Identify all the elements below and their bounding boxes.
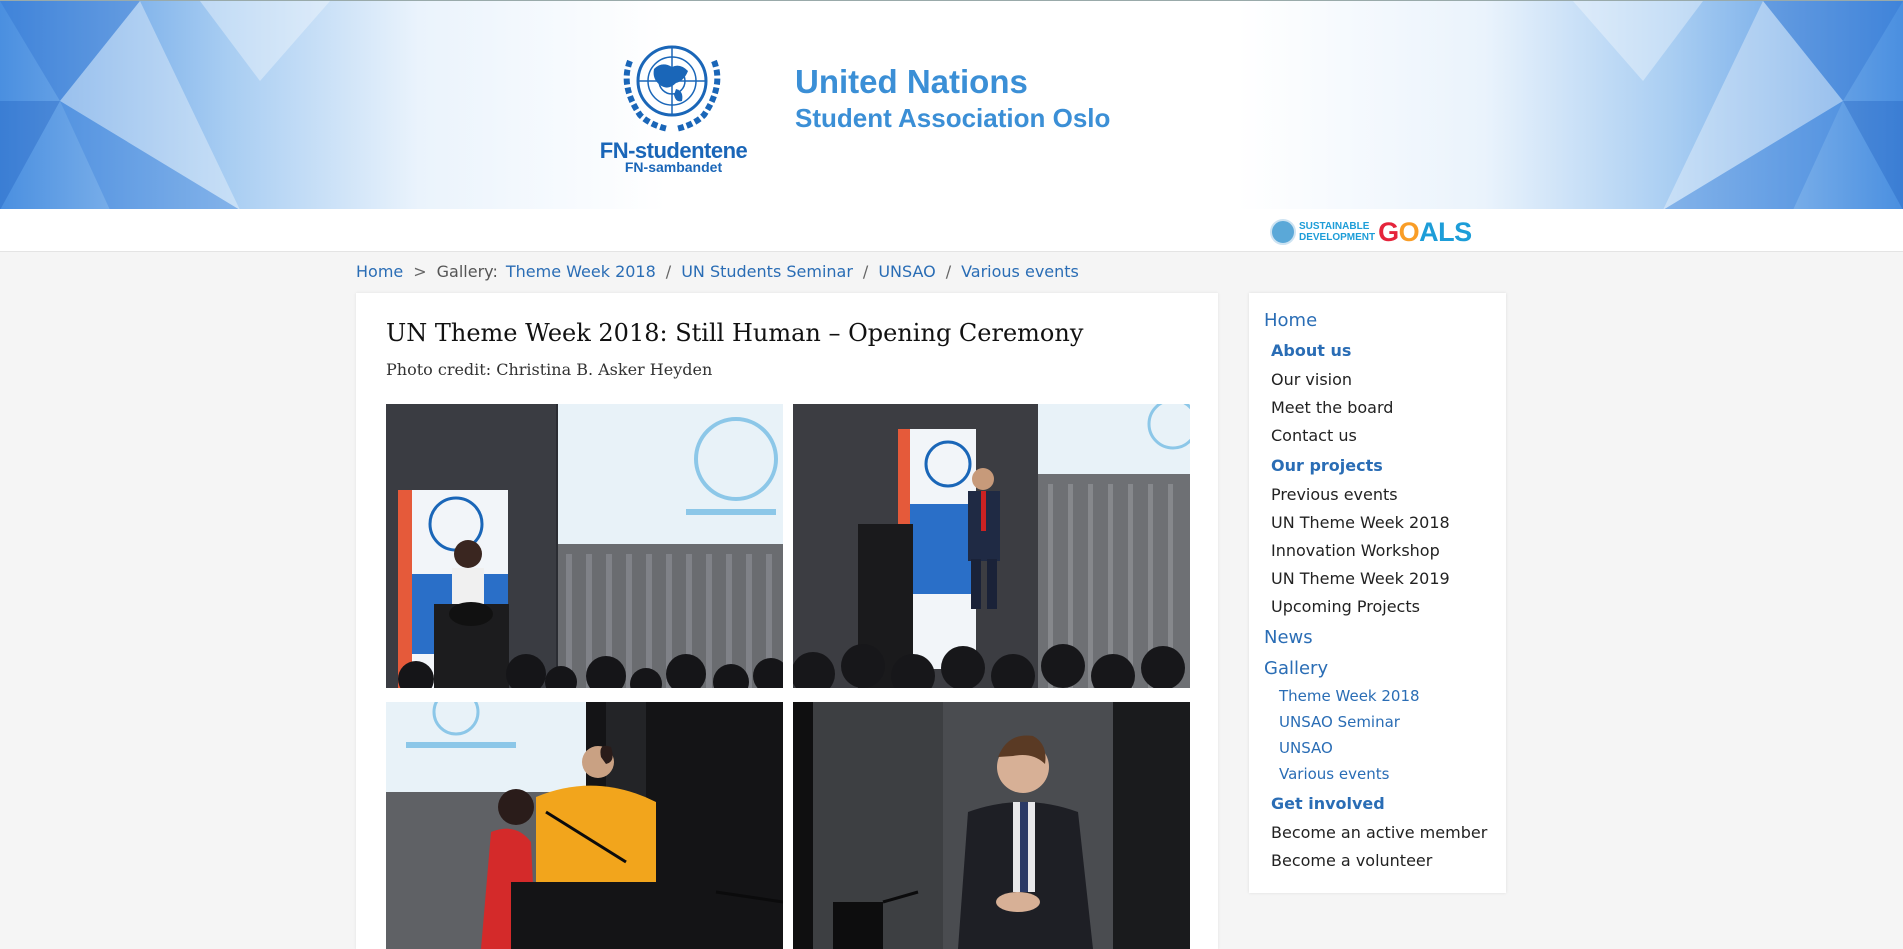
header-banner: FN-studentene FN-sambandet United Nation… [0, 0, 1903, 209]
breadcrumb-slash: / [862, 262, 869, 281]
sidebar-item-gallery-various-events[interactable]: Various events [1279, 765, 1389, 783]
sidebar-item-home[interactable]: Home [1264, 310, 1317, 331]
sidebar-nav: Home About us Our vision Meet the board … [1249, 293, 1506, 893]
breadcrumb-slash: / [945, 262, 952, 281]
sdg-text-line1: SUSTAINABLE [1299, 221, 1370, 232]
org-name-line1: United Nations [795, 63, 1028, 100]
gallery-photo-4[interactable] [793, 702, 1190, 949]
sidebar-item-gallery-unsao-seminar[interactable]: UNSAO Seminar [1279, 713, 1400, 731]
sidebar-item-gallery-unsao[interactable]: UNSAO [1279, 739, 1333, 757]
breadcrumb-slash: / [665, 262, 672, 281]
sidebar-item-become-volunteer[interactable]: Become a volunteer [1271, 851, 1432, 870]
sdg-goals-text: GOALS [1378, 217, 1472, 247]
breadcrumb-theme-week-2018[interactable]: Theme Week 2018 [506, 262, 656, 281]
photo-two-hosts-image [386, 702, 783, 949]
sdg-goals-word: ALS [1419, 217, 1472, 247]
breadcrumb-home[interactable]: Home [356, 262, 403, 281]
logo-secondary-text: FN-sambandet [624, 159, 723, 175]
gallery-photo-2[interactable] [793, 404, 1190, 688]
sdg-logo[interactable]: SUSTAINABLE DEVELOPMENT GOALS [1270, 217, 1472, 247]
breadcrumb-separator: > [413, 262, 427, 281]
sidebar-item-gallery[interactable]: Gallery [1264, 658, 1328, 679]
sidebar-item-gallery-theme-week-2018[interactable]: Theme Week 2018 [1279, 687, 1420, 705]
photo-man-speaking-image [793, 702, 1190, 949]
sidebar-item-get-involved[interactable]: Get involved [1271, 794, 1385, 813]
breadcrumb: Home > Gallery: Theme Week 2018 / UN Stu… [356, 262, 1079, 281]
breadcrumb-un-students-seminar[interactable]: UN Students Seminar [681, 262, 853, 281]
breadcrumb-gallery-label: Gallery: [436, 262, 498, 281]
un-emblem-icon [623, 45, 721, 132]
site-logo[interactable]: FN-studentene FN-sambandet [596, 31, 751, 176]
sidebar-item-news[interactable]: News [1264, 627, 1313, 648]
sidebar-item-un-theme-week-2018[interactable]: UN Theme Week 2018 [1271, 513, 1450, 532]
photo-credit: Photo credit: Christina B. Asker Heyden [386, 360, 713, 379]
sidebar-item-meet-the-board[interactable]: Meet the board [1271, 398, 1393, 417]
sidebar-item-previous-events[interactable]: Previous events [1271, 485, 1398, 504]
sidebar-item-about-us[interactable]: About us [1271, 341, 1351, 360]
org-name-line2: Student Association Oslo [795, 103, 1111, 133]
sidebar-item-our-vision[interactable]: Our vision [1271, 370, 1352, 389]
breadcrumb-various-events[interactable]: Various events [961, 262, 1079, 281]
sidebar-item-innovation-workshop[interactable]: Innovation Workshop [1271, 541, 1440, 560]
main-content: UN Theme Week 2018: Still Human – Openin… [356, 293, 1218, 949]
banner-pattern-left [0, 1, 330, 209]
photo-speaker-woman-image [386, 404, 783, 688]
sidebar-item-contact-us[interactable]: Contact us [1271, 426, 1357, 445]
sidebar-item-upcoming-projects[interactable]: Upcoming Projects [1271, 597, 1420, 616]
page-title: UN Theme Week 2018: Still Human – Openin… [386, 319, 1084, 347]
sdg-strip: SUSTAINABLE DEVELOPMENT GOALS [0, 209, 1903, 252]
gallery-photo-1[interactable] [386, 404, 783, 688]
banner-pattern-right [1573, 1, 1903, 209]
sidebar-item-our-projects[interactable]: Our projects [1271, 456, 1383, 475]
gallery-photo-3[interactable] [386, 702, 783, 949]
photo-speaker-man-image [793, 404, 1190, 688]
breadcrumb-unsao[interactable]: UNSAO [878, 262, 935, 281]
sdg-text-line2: DEVELOPMENT [1299, 232, 1376, 243]
sidebar-item-un-theme-week-2019[interactable]: UN Theme Week 2019 [1271, 569, 1450, 588]
un-globe-icon [1270, 219, 1296, 245]
sidebar-item-become-active-member[interactable]: Become an active member [1271, 823, 1487, 842]
